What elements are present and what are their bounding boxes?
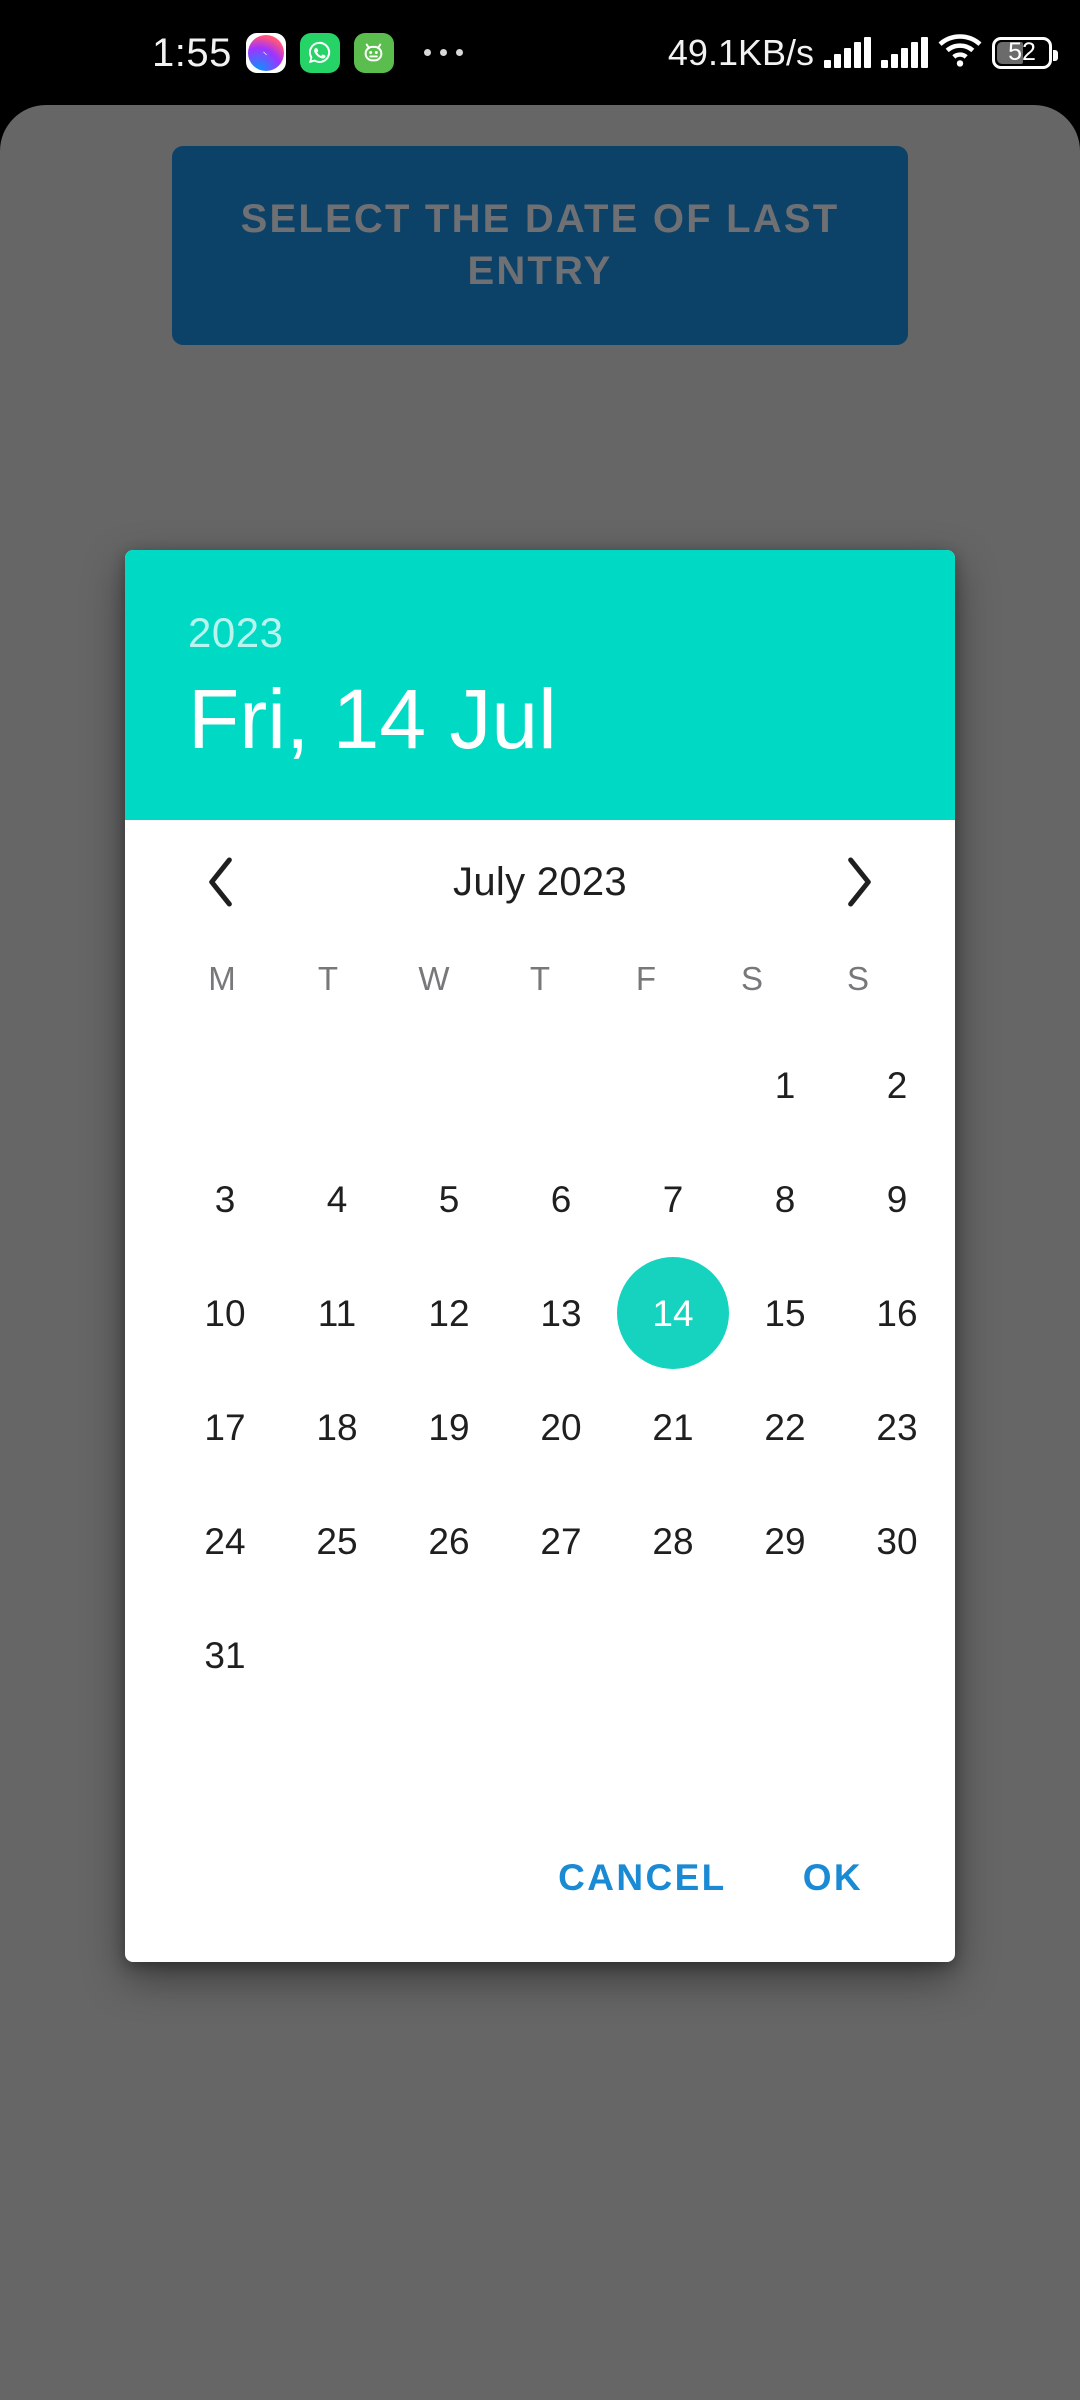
whatsapp-icon [299,32,340,73]
signal-bars-icon-1 [824,36,871,68]
calendar-day-13[interactable]: 13 [505,1257,617,1369]
calendar-day-24[interactable]: 24 [169,1485,281,1597]
calendar-day-26[interactable]: 26 [393,1485,505,1597]
green-app-icon [353,32,394,73]
weekday-label-3: T [529,960,551,997]
status-bar: 1:55 49.1KB/s 52 [0,0,1080,105]
chevron-left-icon[interactable] [187,847,257,917]
wifi-icon [938,33,982,72]
phone-screen: 1:55 49.1KB/s 52 SELECT THE DATE OF LAST… [0,0,1080,2400]
ok-button[interactable]: OK [797,1847,869,1909]
weekday-label-2: W [418,960,450,997]
select-date-button[interactable]: SELECT THE DATE OF LAST ENTRY [172,146,908,345]
calendar-day-20[interactable]: 20 [505,1371,617,1483]
weekday-label-4: F [635,960,657,997]
calendar-day-23[interactable]: 23 [841,1371,953,1483]
selected-year[interactable]: 2023 [188,612,955,654]
date-picker-header: 2023 Fri, 14 Jul [125,550,955,820]
calendar-day-14[interactable]: 14 [617,1257,729,1369]
calendar-day-27[interactable]: 27 [505,1485,617,1597]
status-clock: 1:55 [152,30,232,75]
calendar-day-6[interactable]: 6 [505,1143,617,1255]
selected-date-title[interactable]: Fri, 14 Jul [188,675,955,763]
calendar-day-22[interactable]: 22 [729,1371,841,1483]
status-bar-right: 49.1KB/s 52 [667,31,1058,73]
weekday-label-6: S [846,960,869,997]
select-date-button-label: SELECT THE DATE OF LAST ENTRY [240,197,840,293]
calendar-day-28[interactable]: 28 [617,1485,729,1597]
calendar-day-29[interactable]: 29 [729,1485,841,1597]
calendar-body: July 2023 MTWTFSS 1 2 3 4 5 6 7 8 9 10 11 12 13 14 15 1… [125,820,955,1962]
calendar-day-11[interactable]: 11 [281,1257,393,1369]
status-bar-left: 1:55 [152,30,463,75]
calendar-day-8[interactable]: 8 [729,1143,841,1255]
calendar-day-3[interactable]: 3 [169,1143,281,1255]
calendar-day-19[interactable]: 19 [393,1371,505,1483]
chevron-right-icon[interactable] [823,847,893,917]
month-navigation: July 2023 [169,820,911,944]
calendar-day-2[interactable]: 2 [841,1029,953,1141]
calendar-day-1[interactable]: 1 [729,1029,841,1141]
calendar-day-7[interactable]: 7 [617,1143,729,1255]
calendar-day-31[interactable]: 31 [169,1599,281,1711]
calendar-day-16[interactable]: 16 [841,1257,953,1369]
calendar-day-12[interactable]: 12 [393,1257,505,1369]
calendar-day-30[interactable]: 30 [841,1485,953,1597]
calendar-day-21[interactable]: 21 [617,1371,729,1483]
weekday-label-0: M [208,960,236,997]
calendar-day-25[interactable]: 25 [281,1485,393,1597]
month-year-label: July 2023 [453,859,627,904]
status-overflow-icon [423,49,463,56]
date-picker-dialog: 2023 Fri, 14 Jul July 2023 MTWTFSS 12345 [125,550,955,1962]
messenger-icon [245,32,286,73]
cancel-button[interactable]: CANCEL [552,1847,733,1909]
calendar-day-4[interactable]: 4 [281,1143,393,1255]
weekday-label-5: S [740,960,763,997]
calendar-day-10[interactable]: 10 [169,1257,281,1369]
weekday-header-row: MTWTFSS [169,944,911,1014]
calendar-day-15[interactable]: 15 [729,1257,841,1369]
battery-icon: 52 [992,36,1058,69]
calendar-day-17[interactable]: 17 [169,1371,281,1483]
calendar-day-9[interactable]: 9 [841,1143,953,1255]
network-speed: 49.1KB/s [667,31,814,73]
calendar-day-18[interactable]: 18 [281,1371,393,1483]
battery-level: 52 [1008,38,1036,66]
signal-bars-icon-2 [881,36,928,68]
calendar-day-5[interactable]: 5 [393,1143,505,1255]
weekday-label-1: T [317,960,339,997]
dialog-actions: CANCEL OK [169,1812,911,1962]
calendar-day-grid: 1 2 3 4 5 6 7 8 9 10 11 12 13 14 15 16 17 18 19 20 21 22 23 24 2… [169,1028,917,1712]
